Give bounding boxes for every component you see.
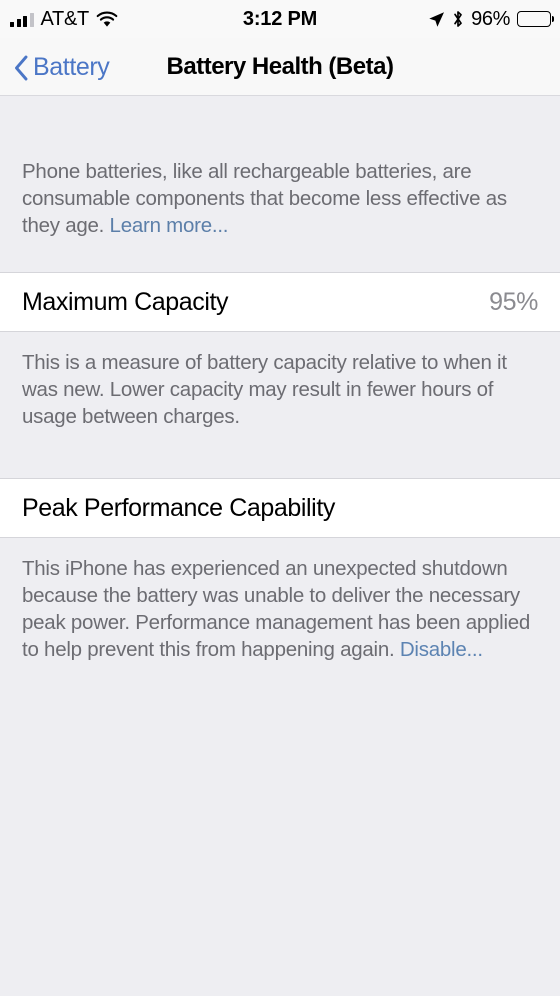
battery-full-icon: [517, 11, 551, 27]
battery-percent-label: 96%: [471, 7, 510, 30]
page-title: Battery Health (Beta): [166, 52, 394, 80]
disable-link[interactable]: Disable...: [400, 638, 483, 661]
peak-performance-description: This iPhone has experienced an unexpecte…: [0, 538, 560, 663]
maximum-capacity-label: Maximum Capacity: [22, 287, 229, 316]
peak-performance-row[interactable]: Peak Performance Capability: [0, 478, 560, 538]
iphone-screen: AT&T 3:12 PM 96% Battery Battery Health …: [0, 0, 560, 996]
empty-area: [0, 663, 560, 996]
maximum-capacity-description: This is a measure of battery capacity re…: [22, 351, 507, 428]
learn-more-link[interactable]: Learn more...: [110, 214, 229, 237]
navigation-bar: Battery Battery Health (Beta): [0, 38, 560, 96]
bluetooth-icon: [452, 10, 464, 28]
maximum-capacity-value: 95%: [489, 287, 538, 316]
status-bar-right: 96%: [428, 0, 551, 38]
settings-content: Phone batteries, like all rechargeable b…: [0, 96, 560, 663]
intro-description: Phone batteries, like all rechargeable b…: [0, 96, 560, 239]
peak-performance-label: Peak Performance Capability: [22, 493, 335, 522]
status-bar: AT&T 3:12 PM 96%: [0, 0, 560, 38]
maximum-capacity-row[interactable]: Maximum Capacity 95%: [0, 272, 560, 332]
intro-description-text: Phone batteries, like all rechargeable b…: [22, 160, 507, 237]
clock-label: 3:12 PM: [242, 7, 318, 30]
location-arrow-icon: [428, 11, 445, 28]
